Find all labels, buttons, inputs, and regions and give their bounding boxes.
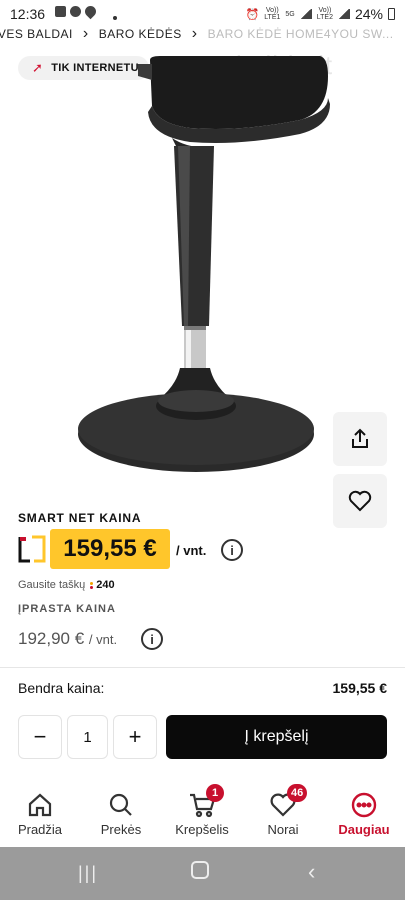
signal-icon — [299, 9, 312, 19]
share-icon — [352, 428, 368, 448]
total-label: Bendra kaina: — [18, 680, 105, 696]
notification-icons — [55, 3, 99, 20]
nav-label: Prekės — [100, 822, 142, 837]
5g-indicator: 5G — [285, 10, 295, 18]
system-navigation-bar: ||| ‹ — [0, 847, 405, 900]
regular-price-value: 192,90 € — [18, 629, 85, 648]
signal-icon — [337, 9, 350, 19]
cart-icon: 1 — [188, 784, 224, 819]
points-icon — [90, 581, 94, 589]
lte1-indicator: Vo)) LTE1 — [264, 7, 281, 21]
heart-icon: 46 — [269, 784, 308, 819]
clock: 12:36 — [10, 6, 46, 22]
current-price: 159,55 € — [50, 529, 170, 569]
increase-quantity-button[interactable]: + — [113, 715, 157, 759]
regular-price-unit: / vnt. — [88, 632, 118, 647]
loyalty-points: Gausite taškų 240 — [18, 579, 115, 591]
back-icon[interactable]: ‹ — [308, 859, 315, 885]
bottom-navigation: Pradžia Prekės 1 Krepšelis 46 Norai Daug… — [0, 782, 405, 844]
total-value: 159,55 € — [332, 680, 388, 696]
nav-home[interactable]: Pradžia — [0, 782, 80, 844]
info-icon[interactable]: i — [221, 539, 243, 561]
heart-icon — [348, 490, 372, 512]
messenger-icon — [70, 6, 81, 17]
decrease-quantity-button[interactable]: − — [18, 715, 62, 759]
points-label: Gausite taškų — [18, 579, 86, 591]
quantity-input[interactable]: 1 — [67, 715, 108, 759]
alarm-icon: ⏰ — [245, 8, 260, 21]
nav-label: Pradžia — [17, 822, 63, 837]
lte2-indicator: Vo)) LTE2 — [316, 7, 333, 21]
breadcrumb-current: BARO KĖDĖ HOME4YOU SW... — [207, 27, 394, 41]
battery-icon — [388, 8, 395, 20]
regular-price-label: ĮPRASTA KAINA — [18, 603, 116, 615]
nav-wishlist[interactable]: 46 Norai — [243, 782, 323, 844]
regular-price: 192,90 € / vnt. — [18, 629, 117, 649]
price-unit: / vnt. — [176, 543, 207, 558]
location-icon — [82, 3, 99, 20]
chevron-right-icon: › — [82, 25, 89, 42]
breadcrumb-item[interactable]: IVES BALDAI — [0, 27, 79, 41]
nav-label: Norai — [267, 822, 299, 837]
info-icon[interactable]: i — [141, 628, 163, 650]
nav-products[interactable]: Prekės — [81, 782, 161, 844]
divider — [0, 667, 405, 668]
status-bar: 12:36 ⏰ Vo)) LTE1 5G Vo)) LTE2 24% — [0, 0, 405, 22]
add-to-cart-button[interactable]: Į krepšelį — [166, 715, 387, 759]
system-icons: ⏰ Vo)) LTE1 5G Vo)) LTE2 24% — [245, 6, 395, 22]
home-button-icon[interactable] — [191, 861, 209, 879]
recent-apps-icon[interactable]: ||| — [78, 863, 98, 884]
home-icon — [26, 791, 54, 819]
more-notifications-dot — [113, 16, 117, 20]
add-to-wishlist-button[interactable] — [333, 474, 387, 528]
battery-level: 24% — [354, 6, 383, 22]
share-button[interactable] — [333, 412, 387, 466]
brand-logo-icon — [18, 535, 46, 563]
cart-count-badge: 1 — [206, 784, 224, 802]
nav-more[interactable]: Daugiau — [324, 782, 404, 844]
more-icon — [350, 791, 378, 819]
gallery-icon — [55, 6, 66, 17]
search-icon — [107, 791, 135, 819]
nav-cart[interactable]: 1 Krepšelis — [162, 782, 242, 844]
wishlist-count-badge: 46 — [287, 784, 308, 802]
smart-net-price-label: SMART NET KAINA — [18, 511, 142, 525]
points-value: 240 — [96, 579, 115, 591]
nav-label: Daugiau — [338, 822, 390, 837]
product-gallery[interactable]: ➚ TIK INTERNETU skelbiu.lt — [0, 46, 405, 528]
breadcrumb-item[interactable]: BARO KĖDĖS — [93, 27, 188, 41]
nav-label: Krepšelis — [175, 822, 229, 837]
chevron-right-icon: › — [191, 25, 198, 42]
breadcrumb: IVES BALDAI › BARO KĖDĖS › BARO KĖDĖ HOM… — [0, 22, 405, 46]
